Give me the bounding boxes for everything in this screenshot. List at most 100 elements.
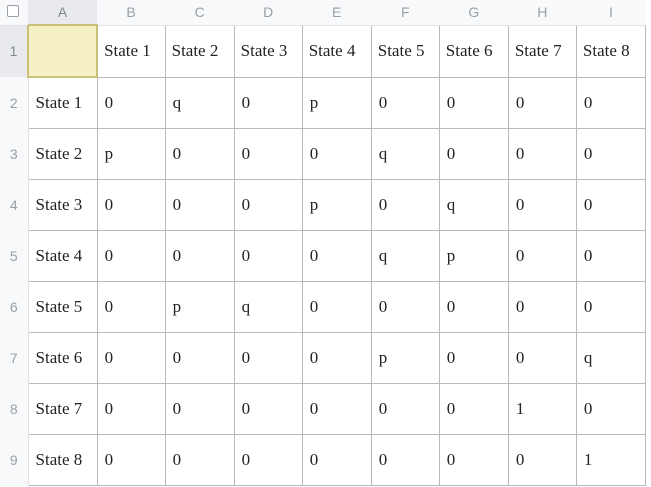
cell-a4[interactable]: State 3 xyxy=(27,179,98,231)
cell-d3[interactable]: 0 xyxy=(233,128,303,180)
row-header-5[interactable]: 5 xyxy=(0,230,29,282)
cell-i4[interactable]: 0 xyxy=(575,179,647,231)
column-header-i[interactable]: I xyxy=(576,0,646,26)
row-header-4[interactable]: 4 xyxy=(0,179,29,231)
cell-e6[interactable]: 0 xyxy=(301,281,372,333)
cell-d7[interactable]: 0 xyxy=(233,332,303,384)
cell-b2[interactable]: 0 xyxy=(96,76,166,129)
column-header-b[interactable]: B xyxy=(97,0,166,26)
cell-i3[interactable]: 0 xyxy=(575,128,647,180)
cell-h4[interactable]: 0 xyxy=(507,179,577,231)
cell-f2[interactable]: 0 xyxy=(370,76,440,129)
cell-a3[interactable]: State 2 xyxy=(27,128,98,180)
cell-b4[interactable]: 0 xyxy=(96,179,166,231)
cell-e2[interactable]: p xyxy=(301,76,372,129)
cell-h9[interactable]: 0 xyxy=(507,434,577,486)
cell-b3[interactable]: p xyxy=(96,128,166,180)
select-all-corner[interactable] xyxy=(0,0,29,26)
cell-i7[interactable]: q xyxy=(575,332,647,384)
cell-h7[interactable]: 0 xyxy=(507,332,577,384)
cell-d9[interactable]: 0 xyxy=(233,434,303,486)
column-header-d[interactable]: D xyxy=(234,0,303,26)
cell-a9[interactable]: State 8 xyxy=(27,434,98,486)
cell-i5[interactable]: 0 xyxy=(575,230,647,282)
cell-a5[interactable]: State 4 xyxy=(27,230,98,282)
cell-g6[interactable]: 0 xyxy=(438,281,509,333)
cell-h2[interactable]: 0 xyxy=(507,76,577,129)
cell-f4[interactable]: 0 xyxy=(370,179,440,231)
cell-g1[interactable]: State 6 xyxy=(438,24,509,78)
cell-i8[interactable]: 0 xyxy=(575,383,647,435)
cell-f7[interactable]: p xyxy=(370,332,440,384)
row-header-9[interactable]: 9 xyxy=(0,434,29,486)
cell-i9[interactable]: 1 xyxy=(575,434,647,486)
cell-d4[interactable]: 0 xyxy=(233,179,303,231)
cell-g5[interactable]: p xyxy=(438,230,509,282)
cell-b8[interactable]: 0 xyxy=(96,383,166,435)
cell-f1[interactable]: State 5 xyxy=(370,24,440,78)
cell-g2[interactable]: 0 xyxy=(438,76,509,129)
cell-c7[interactable]: 0 xyxy=(164,332,235,384)
cell-h3[interactable]: 0 xyxy=(507,128,577,180)
cell-a7[interactable]: State 6 xyxy=(27,332,98,384)
column-header-g[interactable]: G xyxy=(439,0,509,26)
cell-b5[interactable]: 0 xyxy=(96,230,166,282)
cell-i2[interactable]: 0 xyxy=(575,76,647,129)
cell-e1[interactable]: State 4 xyxy=(301,24,372,78)
cell-b7[interactable]: 0 xyxy=(96,332,166,384)
cell-h5[interactable]: 0 xyxy=(507,230,577,282)
cell-e4[interactable]: p xyxy=(301,179,372,231)
cell-h6[interactable]: 0 xyxy=(507,281,577,333)
cell-a1[interactable] xyxy=(27,24,99,78)
row-header-8[interactable]: 8 xyxy=(0,383,29,435)
cell-d5[interactable]: 0 xyxy=(233,230,303,282)
column-header-e[interactable]: E xyxy=(302,0,372,26)
column-header-c[interactable]: C xyxy=(165,0,235,26)
column-header-h[interactable]: H xyxy=(508,0,577,26)
row-header-3[interactable]: 3 xyxy=(0,128,29,180)
row-header-6[interactable]: 6 xyxy=(0,281,29,333)
cell-d6[interactable]: q xyxy=(233,281,303,333)
cell-g7[interactable]: 0 xyxy=(438,332,509,384)
cell-b6[interactable]: 0 xyxy=(96,281,166,333)
cell-b1[interactable]: State 1 xyxy=(96,24,166,78)
cell-f3[interactable]: q xyxy=(370,128,440,180)
cell-d2[interactable]: 0 xyxy=(233,76,303,129)
cell-h8[interactable]: 1 xyxy=(507,383,577,435)
cell-g9[interactable]: 0 xyxy=(438,434,509,486)
cell-e3[interactable]: 0 xyxy=(301,128,372,180)
cell-c3[interactable]: 0 xyxy=(164,128,235,180)
cell-c9[interactable]: 0 xyxy=(164,434,235,486)
cell-e8[interactable]: 0 xyxy=(301,383,372,435)
cell-c2[interactable]: q xyxy=(164,76,235,129)
cell-c8[interactable]: 0 xyxy=(164,383,235,435)
cell-e5[interactable]: 0 xyxy=(301,230,372,282)
cell-a8[interactable]: State 7 xyxy=(27,383,98,435)
cell-f8[interactable]: 0 xyxy=(370,383,440,435)
cell-c5[interactable]: 0 xyxy=(164,230,235,282)
column-header-a[interactable]: A xyxy=(28,0,98,26)
cell-i6[interactable]: 0 xyxy=(575,281,647,333)
cell-e9[interactable]: 0 xyxy=(301,434,372,486)
cell-d1[interactable]: State 3 xyxy=(233,24,303,78)
cell-c4[interactable]: 0 xyxy=(164,179,235,231)
cell-c1[interactable]: State 2 xyxy=(164,24,235,78)
cell-f9[interactable]: 0 xyxy=(370,434,440,486)
cell-a2[interactable]: State 1 xyxy=(27,76,98,129)
cell-c6[interactable]: p xyxy=(164,281,235,333)
select-all-checkbox-icon[interactable] xyxy=(7,5,19,17)
cell-g3[interactable]: 0 xyxy=(438,128,509,180)
cell-g8[interactable]: 0 xyxy=(438,383,509,435)
cell-e7[interactable]: 0 xyxy=(301,332,372,384)
cell-f6[interactable]: 0 xyxy=(370,281,440,333)
column-header-f[interactable]: F xyxy=(371,0,440,26)
cell-h1[interactable]: State 7 xyxy=(507,24,577,78)
row-header-1[interactable]: 1 xyxy=(0,25,29,77)
cell-f5[interactable]: q xyxy=(370,230,440,282)
cell-i1[interactable]: State 8 xyxy=(575,24,647,78)
cell-a6[interactable]: State 5 xyxy=(27,281,98,333)
row-header-7[interactable]: 7 xyxy=(0,332,29,384)
row-header-2[interactable]: 2 xyxy=(0,77,29,129)
cell-d8[interactable]: 0 xyxy=(233,383,303,435)
cell-g4[interactable]: q xyxy=(438,179,509,231)
